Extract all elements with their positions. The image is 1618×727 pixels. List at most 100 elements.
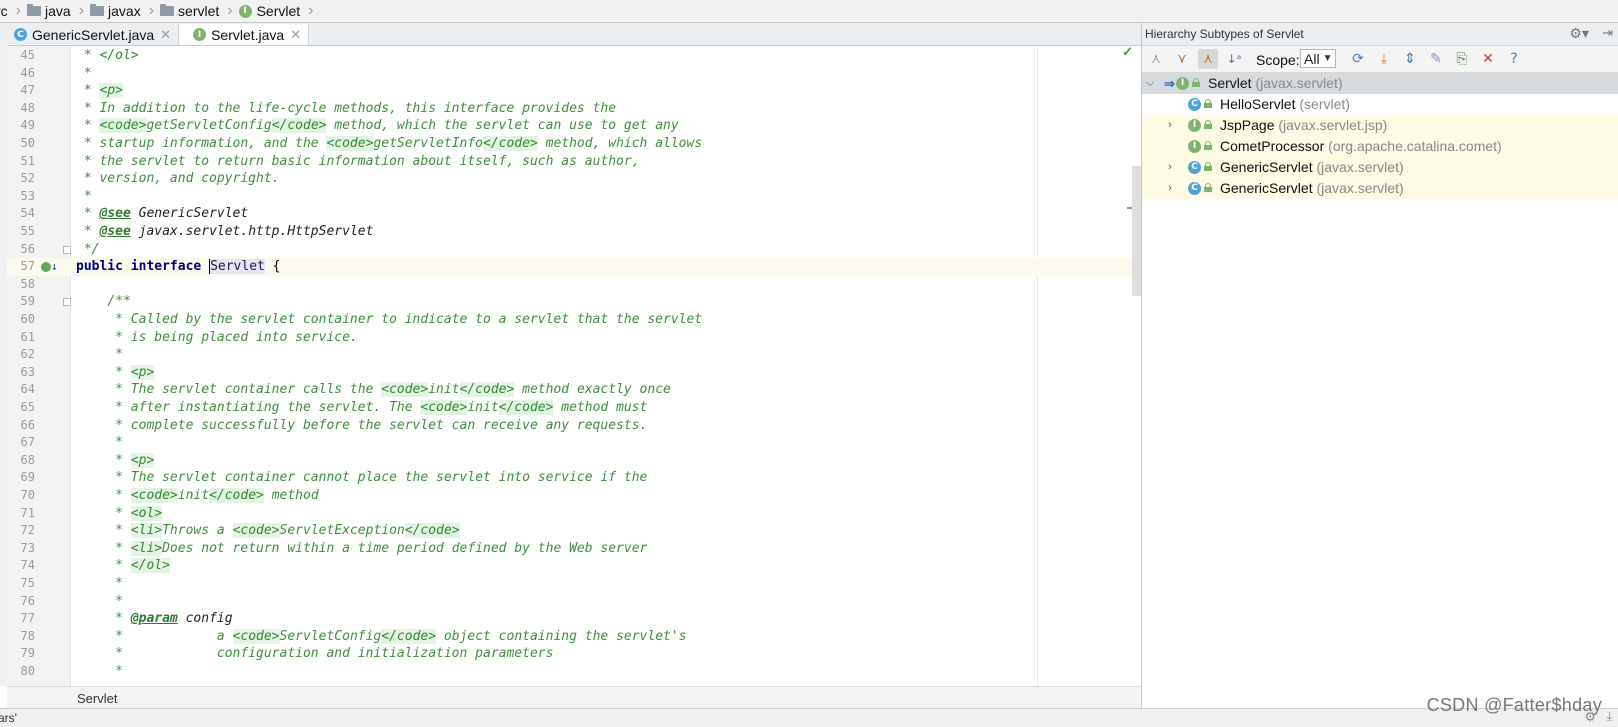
tab-genericservlet-java[interactable]: C GenericServlet.java ✕: [0, 24, 180, 45]
line-number[interactable]: 78: [7, 628, 35, 646]
tree-node[interactable]: › C GenericServlet (javax.servlet): [1142, 178, 1618, 199]
code-text[interactable]: * <li>Throws a <code>ServletException</c…: [76, 522, 460, 540]
line-number[interactable]: 52: [7, 170, 35, 188]
tab-servlet-java[interactable]: I Servlet.java ✕: [179, 24, 310, 45]
code-text[interactable]: * The servlet container cannot place the…: [76, 469, 647, 487]
inspection-ok-icon[interactable]: ✓: [1122, 46, 1133, 60]
line-number[interactable]: 46: [7, 65, 35, 83]
subtypes-icon[interactable]: ⋏: [1198, 49, 1218, 69]
expand-all-icon[interactable]: ⇕: [1400, 49, 1420, 69]
code-text[interactable]: *: [76, 663, 123, 681]
implemented-arrow-icon[interactable]: ↓: [51, 258, 58, 276]
scope-select[interactable]: All ▼: [1300, 49, 1336, 68]
code-line[interactable]: 70 * <code>init</code> method: [7, 487, 1141, 505]
code-line[interactable]: 51 * the servlet to return basic informa…: [7, 153, 1141, 171]
sort-alphabetically-icon[interactable]: ↓ᵃ: [1224, 49, 1244, 69]
code-text[interactable]: * is being placed into service.: [76, 329, 358, 347]
line-number[interactable]: 67: [7, 434, 35, 452]
code-line[interactable]: 63 * <p>: [7, 364, 1141, 382]
refresh-icon[interactable]: ⟳: [1348, 49, 1368, 69]
line-number[interactable]: 77: [7, 610, 35, 628]
code-text[interactable]: * @see GenericServlet: [76, 205, 248, 223]
code-text[interactable]: * </ol>: [76, 47, 139, 65]
code-text[interactable]: * @see javax.servlet.http.HttpServlet: [76, 223, 374, 241]
line-number[interactable]: 49: [7, 117, 35, 135]
code-line[interactable]: 56 */: [7, 241, 1141, 259]
close-icon[interactable]: ✕: [1478, 49, 1498, 69]
code-text[interactable]: * <p>: [76, 82, 123, 100]
fold-icon[interactable]: [63, 245, 71, 254]
line-number[interactable]: 66: [7, 417, 35, 435]
code-text[interactable]: * configuration and initialization param…: [76, 645, 553, 663]
line-number[interactable]: 70: [7, 487, 35, 505]
line-number[interactable]: 71: [7, 505, 35, 523]
code-line[interactable]: 62 *: [7, 346, 1141, 364]
code-line[interactable]: 52 * version, and copyright.: [7, 170, 1141, 188]
code-line[interactable]: 66 * complete successfully before the se…: [7, 417, 1141, 435]
code-line[interactable]: 74 * </ol>: [7, 557, 1141, 575]
code-line[interactable]: 60 * Called by the servlet container to …: [7, 311, 1141, 329]
line-number[interactable]: 48: [7, 100, 35, 118]
code-text[interactable]: /**: [76, 293, 131, 311]
code-text[interactable]: * <code>init</code> method: [76, 487, 319, 505]
line-number[interactable]: 63: [7, 364, 35, 382]
fold-icon[interactable]: [63, 298, 71, 307]
code-text[interactable]: * <p>: [76, 452, 155, 470]
code-line[interactable]: 49 * <code>getServletConfig</code> metho…: [7, 117, 1141, 135]
line-number[interactable]: 80: [7, 663, 35, 681]
line-number[interactable]: 57: [7, 258, 35, 276]
tree-node[interactable]: ⌵ ⇒ I Servlet (javax.servlet): [1142, 73, 1618, 94]
line-number[interactable]: 73: [7, 540, 35, 558]
code-line[interactable]: 79 * configuration and initialization pa…: [7, 645, 1141, 663]
code-line[interactable]: 59 /**: [7, 293, 1141, 311]
line-number[interactable]: 65: [7, 399, 35, 417]
implemented-by-icon[interactable]: [41, 262, 51, 273]
code-line[interactable]: 73 * <li>Does not return within a time p…: [7, 540, 1141, 558]
line-number[interactable]: 74: [7, 557, 35, 575]
export-icon[interactable]: ⤓: [1374, 49, 1394, 69]
code-text[interactable]: * Called by the servlet container to ind…: [76, 311, 702, 329]
code-text[interactable]: * <li>Does not return within a time peri…: [76, 540, 647, 558]
code-line[interactable]: 69 * The servlet container cannot place …: [7, 469, 1141, 487]
code-line[interactable]: 71 * <ol>: [7, 505, 1141, 523]
code-line[interactable]: 55 * @see javax.servlet.http.HttpServlet: [7, 223, 1141, 241]
code-line[interactable]: 57 public interface Servlet { ↓: [7, 258, 1141, 276]
chevron-right-icon[interactable]: ›: [1164, 178, 1176, 199]
line-number[interactable]: 62: [7, 346, 35, 364]
gear-icon[interactable]: ⚙▾: [1569, 25, 1589, 42]
chevron-right-icon[interactable]: ›: [1164, 115, 1176, 136]
line-number[interactable]: 69: [7, 469, 35, 487]
code-text[interactable]: */: [76, 241, 100, 259]
editor-scrollbar[interactable]: [1132, 166, 1141, 296]
tree-node[interactable]: › C GenericServlet (javax.servlet): [1142, 157, 1618, 178]
code-line[interactable]: 58: [7, 276, 1141, 294]
line-number[interactable]: 47: [7, 82, 35, 100]
code-line[interactable]: 77 * @param config: [7, 610, 1141, 628]
code-text[interactable]: * </ol>: [76, 557, 170, 575]
code-text[interactable]: public interface Servlet {: [76, 258, 281, 276]
line-number[interactable]: 54: [7, 205, 35, 223]
chevron-right-icon[interactable]: ›: [1164, 157, 1176, 178]
hide-panel-icon[interactable]: ⇥: [1602, 25, 1613, 41]
code-line[interactable]: 75 *: [7, 575, 1141, 593]
breadcrumb-item-servlet[interactable]: servlet: [156, 0, 225, 22]
code-text[interactable]: * <p>: [76, 364, 155, 382]
code-text[interactable]: * version, and copyright.: [76, 170, 280, 188]
code-line[interactable]: 54 * @see GenericServlet: [7, 205, 1141, 223]
line-number[interactable]: 76: [7, 593, 35, 611]
breadcrumb-item-servlet-interface[interactable]: I Servlet: [235, 0, 307, 22]
help-icon[interactable]: ?: [1504, 49, 1524, 69]
line-number[interactable]: 75: [7, 575, 35, 593]
code-text[interactable]: * after instantiating the servlet. The <…: [76, 399, 647, 417]
code-line[interactable]: 61 * is being placed into service.: [7, 329, 1141, 347]
code-line[interactable]: 64 * The servlet container calls the <co…: [7, 381, 1141, 399]
breadcrumb-item-java[interactable]: java: [23, 0, 77, 22]
code-text[interactable]: * @param config: [76, 610, 232, 628]
line-number[interactable]: 45: [7, 47, 35, 65]
code-line[interactable]: 46 *: [7, 65, 1141, 83]
code-text[interactable]: *: [76, 434, 123, 452]
code-line[interactable]: 53 *: [7, 188, 1141, 206]
code-text[interactable]: * startup information, and the <code>get…: [76, 135, 702, 153]
line-number[interactable]: 61: [7, 329, 35, 347]
line-number[interactable]: 79: [7, 645, 35, 663]
